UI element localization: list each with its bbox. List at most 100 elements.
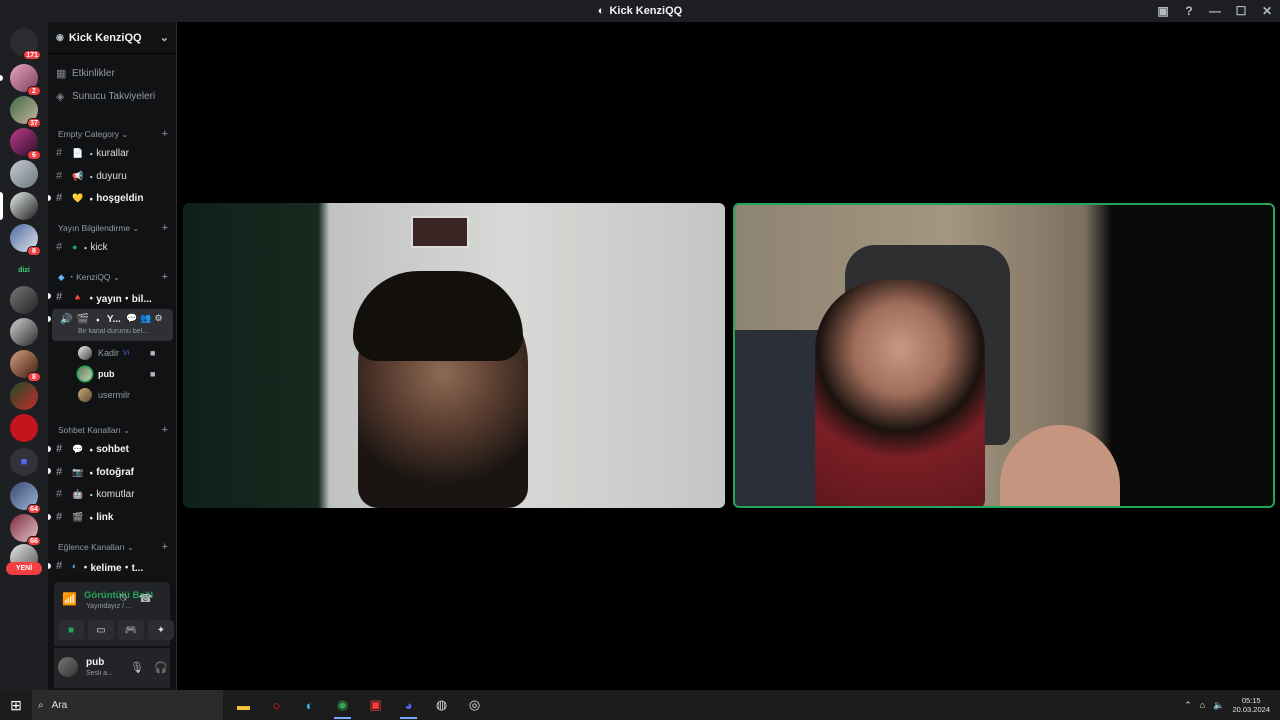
- add-channel-icon[interactable]: +: [162, 541, 168, 553]
- category-name: Yayın Bilgilendirme: [58, 223, 131, 233]
- voice-channel-status[interactable]: Bir kanal durumu bel...: [78, 328, 154, 335]
- video-tile-speaking[interactable]: [733, 203, 1275, 508]
- category-name: Empty Category: [58, 129, 119, 139]
- hash-icon: #: [56, 511, 63, 523]
- events-item[interactable]: ▦ Etkinlikler: [56, 63, 171, 83]
- soundboard-button[interactable]: ✦: [148, 620, 174, 640]
- gear-icon[interactable]: ⚙: [154, 313, 162, 324]
- channel-item[interactable]: # 📢 ・ duyuru: [56, 166, 171, 186]
- chrome-icon[interactable]: ◉: [326, 690, 359, 720]
- headphones-icon[interactable]: 🎧: [154, 661, 168, 674]
- unread-indicator: [48, 195, 51, 201]
- server-icon[interactable]: 6: [10, 128, 41, 160]
- category-header[interactable]: Empty Category ⌄ +: [58, 127, 168, 141]
- boosts-item[interactable]: ◈ Sunucu Takviyeleri: [56, 86, 171, 106]
- voice-user[interactable]: Kadir Vi ■: [78, 344, 155, 362]
- server-icon[interactable]: 8: [10, 224, 41, 256]
- window-titlebar: ◐ Kick KenziQQ ▣ ? — ☐ ✕: [0, 0, 1280, 22]
- channel-item[interactable]: # ◐ ・ kelime・t...: [56, 556, 171, 576]
- tag: Vi: [123, 349, 130, 357]
- drawer-unit: [735, 330, 820, 506]
- opera-icon[interactable]: ○: [260, 690, 293, 720]
- taskbar-search[interactable]: ⌕ Ara: [32, 690, 223, 720]
- volume-icon[interactable]: 🔈: [1213, 700, 1224, 711]
- channel-item[interactable]: # 💛 ・ hoşgeldin: [56, 188, 171, 208]
- voice-channel-label: Y...: [106, 314, 121, 325]
- category-header[interactable]: Sohbet Kanalları ⌄ +: [58, 423, 168, 437]
- server-icon[interactable]: 64: [10, 482, 41, 514]
- inbox-icon[interactable]: ▣: [1150, 0, 1176, 22]
- taskbar-apps: ▬ ○ ◐ ◉ ▣ ◕ ◍ ◎: [227, 690, 491, 720]
- avatar[interactable]: [58, 657, 78, 677]
- add-channel-icon[interactable]: +: [162, 271, 168, 283]
- user-name[interactable]: pub: [86, 657, 104, 668]
- obs-icon[interactable]: ◍: [425, 690, 458, 720]
- camera-button[interactable]: ■: [58, 620, 84, 640]
- channel-item[interactable]: # 📄 ・ kurallar: [56, 143, 171, 163]
- chevron-up-icon[interactable]: ⌃: [1184, 700, 1192, 711]
- voice-channel-tools: 💬 👥 ⚙: [126, 313, 163, 324]
- voice-channel-name[interactable]: 🔊 🎬 ・ Y...: [60, 312, 121, 327]
- speaker-icon: 🔊: [60, 314, 73, 325]
- discord-icon[interactable]: ◕: [392, 690, 425, 720]
- category-header[interactable]: Eğlence Kanalları ⌄ +: [58, 540, 168, 554]
- server-icon[interactable]: 37: [10, 96, 41, 128]
- close-button[interactable]: ✕: [1254, 0, 1280, 22]
- activity-button[interactable]: 🎮: [118, 620, 144, 640]
- channel-item[interactable]: # ● ・ kick: [56, 237, 171, 257]
- microphone-icon[interactable]: 🎙: [130, 661, 144, 674]
- screen-share-button[interactable]: ▭: [88, 620, 114, 640]
- document-icon: 📄: [72, 147, 84, 158]
- disconnect-icon[interactable]: ☎: [139, 592, 153, 605]
- server-icon[interactable]: [10, 414, 38, 442]
- window-controls: ▣ ? — ☐ ✕: [1150, 0, 1280, 22]
- file-explorer-icon[interactable]: ▬: [227, 690, 260, 720]
- category-name: KenziQQ: [76, 272, 111, 282]
- add-channel-icon[interactable]: +: [162, 128, 168, 140]
- server-icon[interactable]: dizi: [10, 256, 38, 284]
- add-channel-icon[interactable]: +: [162, 222, 168, 234]
- server-icon[interactable]: 8: [10, 350, 41, 382]
- server-icon[interactable]: [10, 192, 38, 220]
- help-icon[interactable]: ?: [1176, 0, 1202, 22]
- windows-start-icon[interactable]: ⊞: [0, 690, 32, 720]
- voice-user[interactable]: usermilr: [78, 386, 130, 404]
- channel-item[interactable]: # 💬 ・ sohbet: [56, 439, 171, 459]
- voice-user-name: usermilr: [98, 390, 131, 400]
- category-header[interactable]: ◆ ・ KenziQQ ⌄ +: [58, 270, 168, 284]
- clock[interactable]: 05:15 20.03.2024: [1232, 696, 1270, 714]
- category-header[interactable]: Yayın Bilgilendirme ⌄ +: [58, 221, 168, 235]
- noise-suppression-icon[interactable]: ⍉: [120, 592, 127, 605]
- alert-icon: 🔺: [72, 291, 84, 302]
- add-channel-icon[interactable]: +: [162, 424, 168, 436]
- home-button[interactable]: 171: [10, 28, 41, 60]
- server-icon[interactable]: [10, 160, 38, 188]
- edge-icon[interactable]: ◐: [293, 690, 326, 720]
- channel-item[interactable]: # 🤖 ・ komutlar: [56, 484, 171, 504]
- minimize-button[interactable]: —: [1202, 0, 1228, 22]
- new-label[interactable]: YENİ: [6, 562, 42, 575]
- add-member-icon[interactable]: 👥: [140, 313, 151, 324]
- chat-icon[interactable]: 💬: [126, 313, 137, 324]
- network-icon[interactable]: ⌂: [1200, 700, 1205, 710]
- server-icon[interactable]: [10, 286, 38, 314]
- server-icon[interactable]: 66: [10, 514, 41, 546]
- media-app-icon[interactable]: ▣: [359, 690, 392, 720]
- maximize-button[interactable]: ☐: [1228, 0, 1254, 22]
- channel-item[interactable]: # 🔺 ・ yayın・bil...: [56, 287, 171, 307]
- hash-icon: #: [56, 192, 63, 204]
- server-icon[interactable]: [10, 318, 38, 346]
- server-icon[interactable]: 2: [10, 64, 41, 96]
- channel-item[interactable]: # 📷 ・ fotoğraf: [56, 462, 171, 482]
- recording-app-icon[interactable]: ◎: [458, 690, 491, 720]
- participant-hair: [353, 271, 523, 361]
- voice-user[interactable]: pub ■: [78, 365, 155, 383]
- signal-icon: 📶: [62, 592, 77, 606]
- channel-item[interactable]: # 🎬 ・ link: [56, 507, 171, 527]
- guild-header[interactable]: ◉ Kick KenziQQ ⌄: [48, 22, 176, 54]
- video-tile[interactable]: [183, 203, 725, 508]
- badge: 171: [23, 50, 41, 60]
- folder-icon[interactable]: ■: [10, 448, 38, 476]
- server-icon[interactable]: [10, 382, 38, 410]
- voice-user-name: pub: [98, 369, 115, 379]
